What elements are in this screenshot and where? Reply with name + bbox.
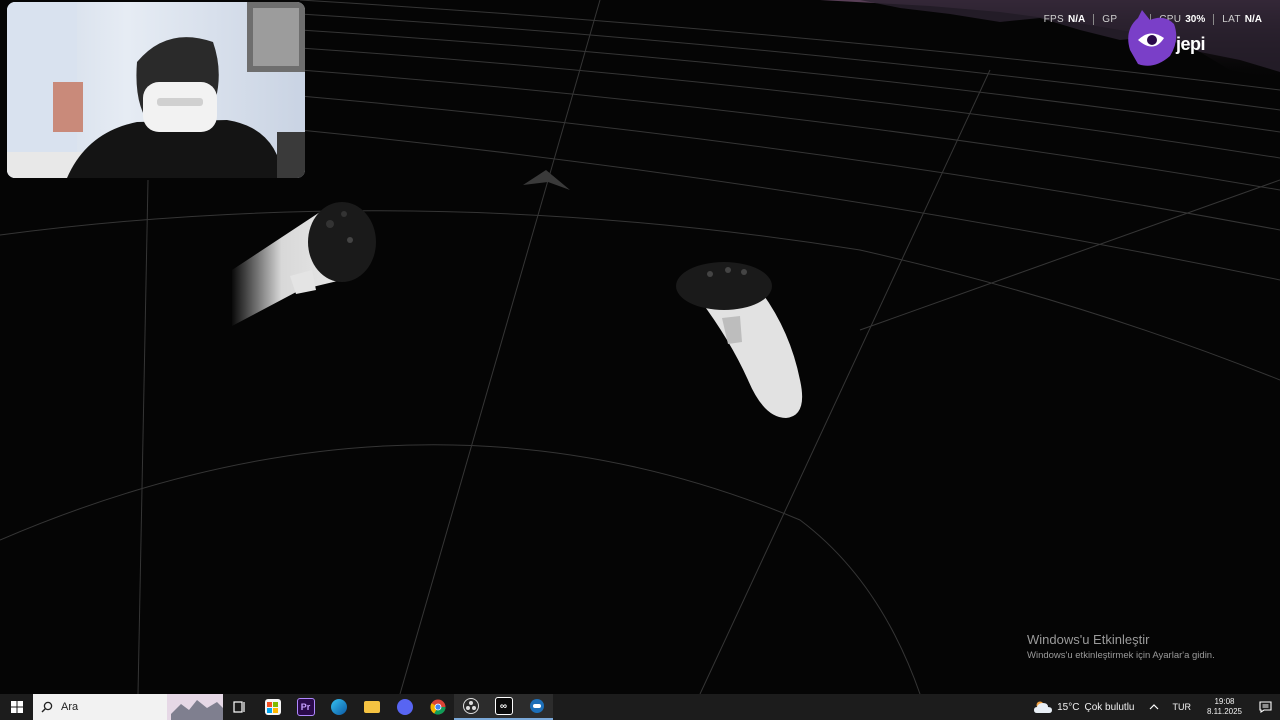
store-icon <box>264 699 281 715</box>
chrome-icon <box>430 699 446 715</box>
task-view-icon <box>232 701 245 713</box>
show-hidden-icons-button[interactable] <box>1143 694 1165 720</box>
taskbar-app-premiere[interactable]: Pr <box>289 694 322 720</box>
weather-cloud-icon <box>1034 701 1053 713</box>
folder-icon <box>363 701 380 713</box>
taskbar-app-meta[interactable]: ∞ <box>487 694 520 720</box>
activation-watermark: Windows'u Etkinleştir Windows'u etkinleş… <box>1027 632 1215 661</box>
start-button[interactable] <box>0 694 33 720</box>
chevron-up-icon <box>1149 704 1158 710</box>
weather-temperature: 15°C <box>1057 701 1080 713</box>
taskbar-app-store[interactable] <box>256 694 289 720</box>
clock-date: 8.11.2025 <box>1207 707 1242 716</box>
clock-time: 19:08 <box>1214 697 1235 706</box>
search-icon <box>41 701 53 713</box>
clock[interactable]: 19:08 8.11.2025 <box>1199 697 1250 717</box>
windows-icon <box>10 701 23 713</box>
hud-fps-label: FPS <box>1043 13 1064 25</box>
edge-icon <box>330 699 347 715</box>
search-highlight-image <box>167 694 223 720</box>
hud-gpu-label: GP <box>1102 13 1118 25</box>
taskbar-app-chrome[interactable] <box>421 694 454 720</box>
weather-condition: Çok bulutlu <box>1084 701 1135 713</box>
system-tray: 15°C Çok bulutlu TUR 19:08 8.11.2025 <box>1026 694 1280 720</box>
brand-logo-text: jepi <box>1176 34 1206 54</box>
taskbar-app-discord[interactable] <box>388 694 421 720</box>
webcam-overlay <box>7 2 305 178</box>
language-indicator[interactable]: TUR <box>1165 702 1200 712</box>
taskbar-app-obs[interactable] <box>454 694 487 720</box>
notification-center-button[interactable] <box>1250 694 1280 720</box>
hud-fps: FPS N/A <box>1036 14 1094 25</box>
obs-icon <box>462 698 479 714</box>
hud-lat-value: N/A <box>1244 13 1262 25</box>
taskbar: Ara Pr ∞ 15°C Çok bulutlu TUR 19:08 8.11… <box>0 694 1280 720</box>
left-controller <box>232 202 376 326</box>
activation-subtitle: Windows'u etkinleştirmek için Ayarlar'a … <box>1027 650 1215 661</box>
premiere-pro-icon: Pr <box>296 698 315 716</box>
taskbar-app-explorer[interactable] <box>355 694 388 720</box>
weather-widget[interactable]: 15°C Çok bulutlu <box>1026 700 1142 714</box>
search-box[interactable]: Ara <box>33 694 223 720</box>
discord-icon <box>396 699 413 715</box>
right-controller <box>676 262 803 418</box>
hud-fps-value: N/A <box>1068 13 1086 25</box>
task-view-button[interactable] <box>223 694 256 720</box>
oculus-icon <box>529 699 544 713</box>
search-placeholder: Ara <box>61 701 79 713</box>
meta-icon: ∞ <box>494 697 513 715</box>
activation-title: Windows'u Etkinleştir <box>1027 632 1150 647</box>
notification-icon <box>1258 701 1272 713</box>
taskbar-app-oculus[interactable] <box>520 694 553 720</box>
taskbar-app-edge[interactable] <box>322 694 355 720</box>
